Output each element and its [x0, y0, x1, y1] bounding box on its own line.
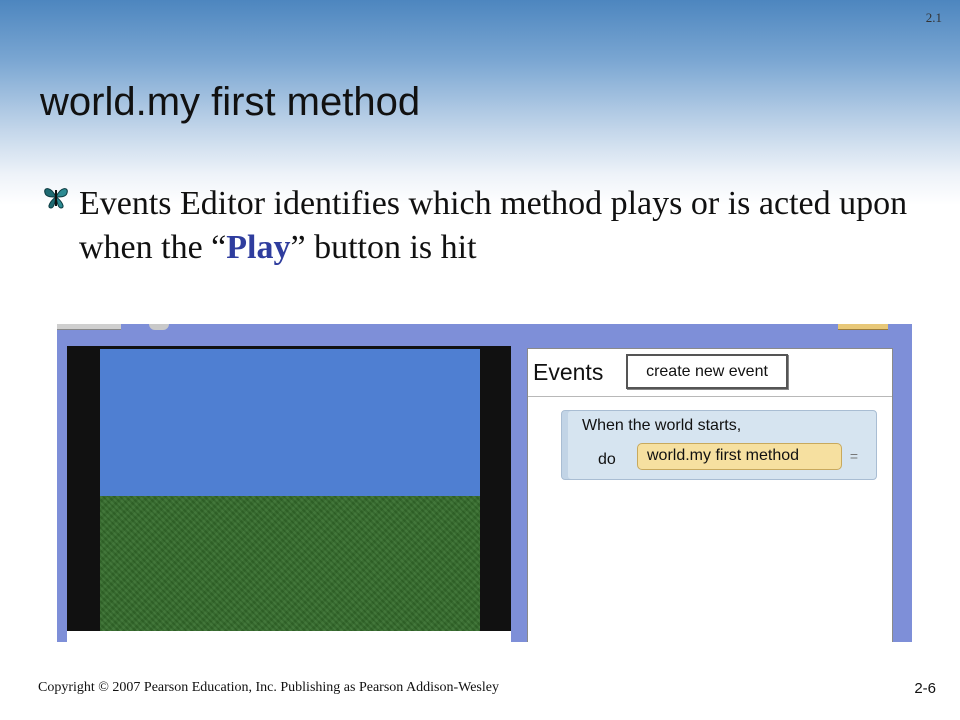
bullet-text-after: ” button is hit — [290, 229, 477, 266]
section-number: 2.1 — [925, 10, 942, 25]
slide-title: world.my first method — [40, 80, 421, 124]
event-do-label: do — [598, 451, 616, 468]
bullet-text: Events Editor identifies which method pl… — [79, 182, 922, 270]
world-view — [67, 346, 511, 642]
create-new-event-button[interactable]: create new event — [626, 354, 788, 389]
toolbar-round-button[interactable] — [149, 324, 169, 330]
page-number: 2-6 — [914, 680, 936, 697]
world-starts-event[interactable]: When the world starts, do world.my first… — [561, 410, 877, 480]
butterfly-icon — [44, 188, 68, 209]
world-sky — [100, 349, 480, 496]
bullet-text-before: Events Editor identifies which method pl… — [79, 185, 908, 266]
events-label: Events — [533, 359, 604, 385]
toolbar-tab[interactable] — [57, 324, 121, 330]
play-highlight: Play — [226, 229, 291, 266]
events-editor: Events create new event When the world s… — [527, 348, 893, 642]
events-header: Events create new event — [528, 349, 892, 397]
copyright-notice: Copyright © 2007 Pearson Education, Inc.… — [38, 680, 499, 695]
method-tile[interactable]: world.my first method — [637, 443, 842, 470]
method-dropdown-icon[interactable]: = — [843, 443, 865, 470]
alice-screenshot: Events create new event When the world s… — [57, 324, 912, 642]
toolbar-tab-right[interactable] — [838, 324, 888, 330]
event-trigger-label: When the world starts, — [582, 417, 742, 434]
bullet-point: Events Editor identifies which method pl… — [42, 182, 922, 270]
world-ground — [100, 496, 480, 642]
world-view-controls — [67, 631, 511, 642]
